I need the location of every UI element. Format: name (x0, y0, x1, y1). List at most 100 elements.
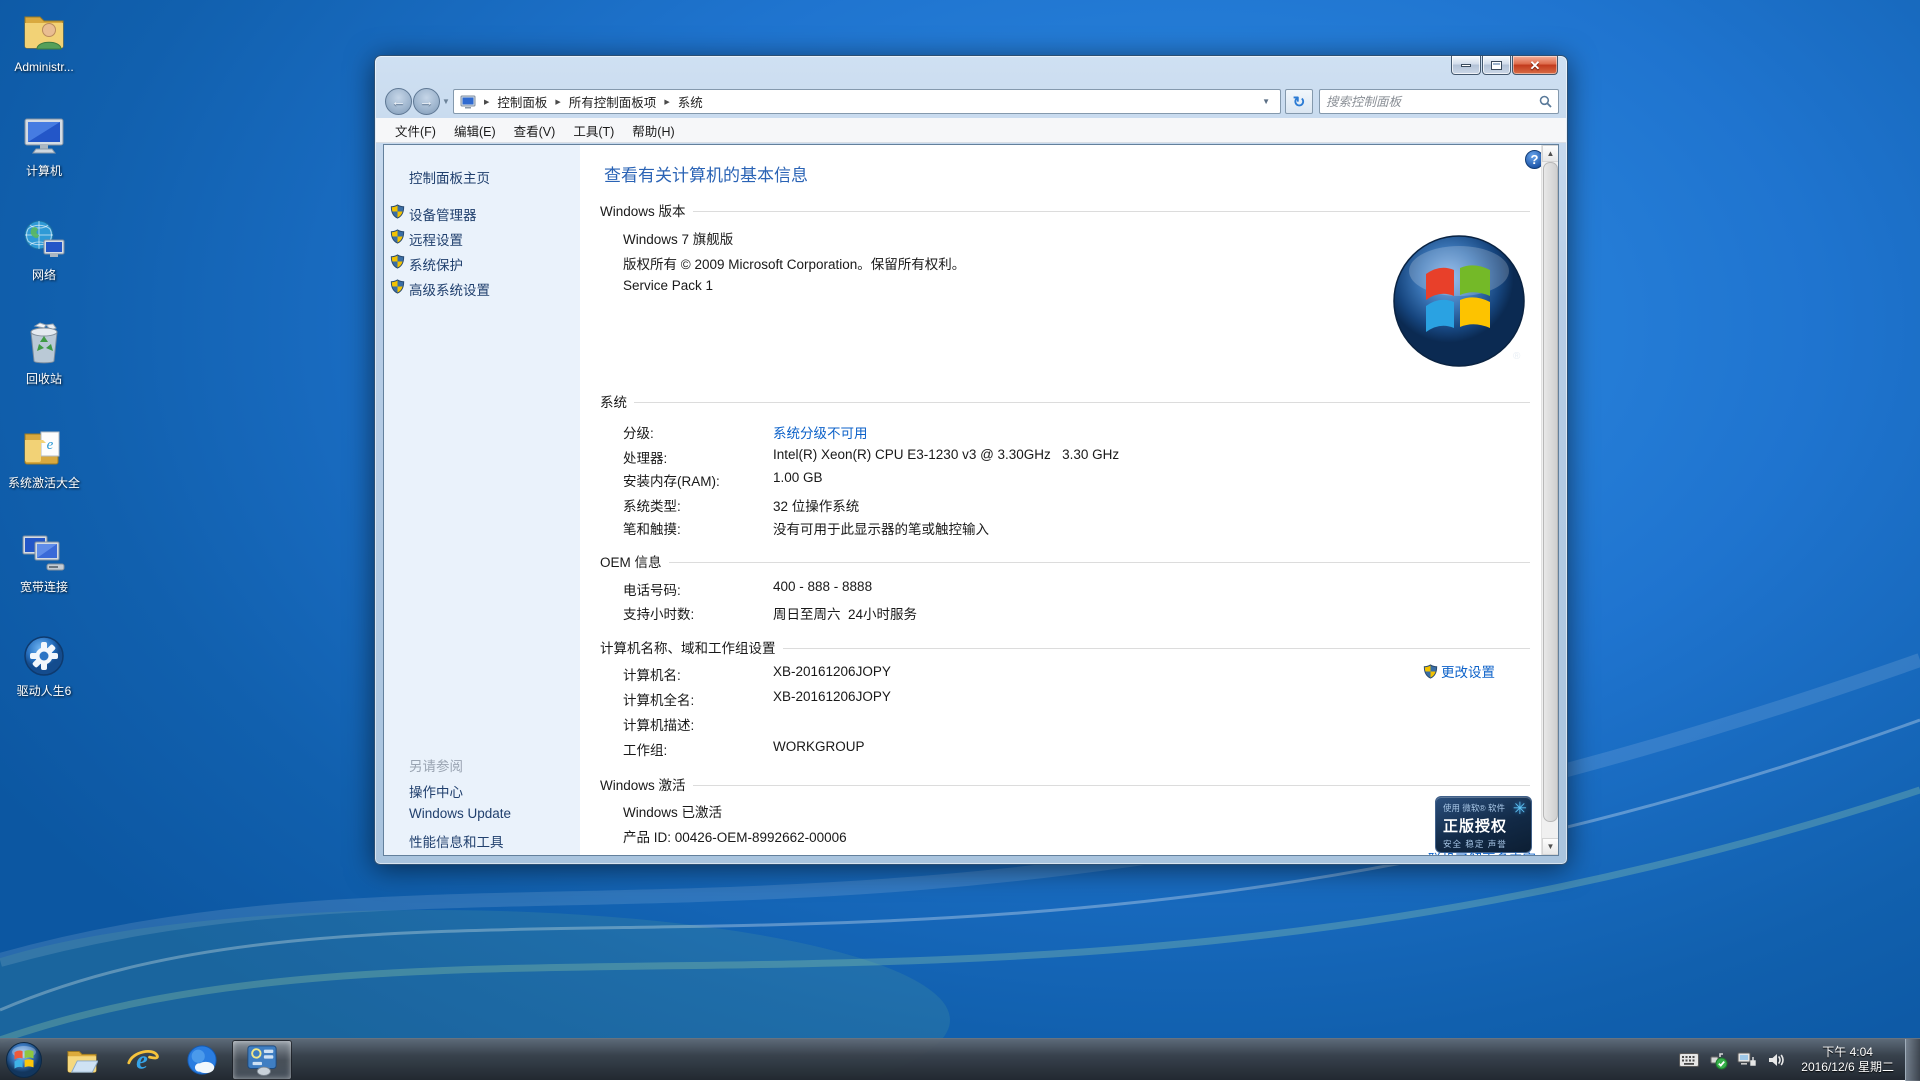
section-system: 系统 (600, 391, 1530, 411)
row-value: 周日至周六 24小时服务 (773, 603, 917, 623)
taskbar-control-panel-button-active[interactable] (232, 1040, 292, 1080)
refresh-button[interactable]: ↻ (1285, 89, 1313, 114)
change-settings-label: 更改设置 (1441, 661, 1495, 681)
forward-icon: → (419, 93, 434, 110)
network-status-icon[interactable] (1737, 1050, 1757, 1070)
uac-shield-icon (390, 204, 405, 219)
taskbar-ie-button[interactable]: e (112, 1040, 172, 1080)
section-rule (634, 402, 1530, 403)
sidebar-item-advanced-settings[interactable]: 高级系统设置 (409, 279, 490, 299)
section-header-label: 计算机名称、域和工作组设置 (600, 637, 776, 657)
window-content: 控制面板主页 设备管理器 远程设置 系统保护 高级系统设置 (383, 144, 1559, 856)
sidebar-item-device-manager[interactable]: 设备管理器 (409, 204, 477, 224)
breadcrumb-arrow-icon[interactable]: ▶ (661, 98, 672, 106)
svg-text:e: e (136, 1045, 148, 1074)
desktop-icon-label: Administr... (14, 61, 73, 74)
window-titlebar[interactable]: ✕ (375, 56, 1567, 86)
breadcrumb-all-items[interactable]: 所有控制面板项 (564, 90, 662, 113)
user-folder-icon (18, 6, 70, 58)
sidebar-item-windows-update[interactable]: Windows Update (409, 806, 511, 821)
breadcrumb-control-panel[interactable]: 控制面板 (492, 90, 552, 113)
desktop-icon-recycle-bin[interactable]: 回收站 (4, 318, 84, 414)
main-panel: ? 查看有关计算机的基本信息 Windows 版本 Windows 7 旗舰版 … (580, 145, 1558, 855)
desktop-icon-administrator-folder[interactable]: Administr... (4, 6, 84, 102)
section-header-label: Windows 版本 (600, 200, 686, 220)
change-settings-link[interactable]: 更改设置 (1423, 661, 1495, 681)
address-bar[interactable]: ▶ 控制面板 ▶ 所有控制面板项 ▶ 系统 ▼ (453, 89, 1281, 114)
rating-link[interactable]: 系统分级不可用 (773, 422, 868, 442)
row-label: 工作组: (623, 739, 773, 759)
taskbar-clock[interactable]: 下午 4:04 2016/12/6 星期二 (1795, 1045, 1900, 1075)
sidebar-item-action-center[interactable]: 操作中心 (409, 781, 463, 801)
gear-circle-icon (18, 630, 70, 682)
row-workgroup: 工作组: WORKGROUP (623, 739, 1530, 759)
search-icon[interactable] (1539, 95, 1552, 108)
volume-icon[interactable] (1766, 1050, 1786, 1070)
menu-view[interactable]: 查看(V) (505, 118, 565, 143)
sidebar-item-control-panel-home[interactable]: 控制面板主页 (409, 167, 490, 187)
row-label: 分级: (623, 422, 773, 442)
folder-document-icon: e (18, 422, 70, 474)
search-input[interactable] (1326, 95, 1539, 109)
row-system-type: 系统类型: 32 位操作系统 (623, 495, 1530, 515)
forward-button[interactable]: → (413, 88, 440, 115)
breadcrumb-arrow-icon: ▶ (481, 98, 492, 106)
menu-edit[interactable]: 编辑(E) (445, 118, 505, 143)
row-memory: 安装内存(RAM): 1.00 GB (623, 470, 1530, 490)
back-button[interactable]: ← (385, 88, 412, 115)
breadcrumb-system[interactable]: 系统 (673, 90, 708, 113)
row-computer-name: 计算机名: XB-20161206JOPY (623, 664, 1530, 684)
desktop-icon-driver-genius[interactable]: 驱动人生6 (4, 630, 84, 726)
section-rule (693, 785, 1530, 786)
desktop-icon-broadband[interactable]: 宽带连接 (4, 526, 84, 622)
input-language-icon[interactable] (1679, 1050, 1699, 1070)
scroll-thumb[interactable] (1543, 162, 1558, 822)
desktop-icon-computer[interactable]: 计算机 (4, 110, 84, 206)
start-button[interactable] (5, 1041, 43, 1079)
section-header-label: Windows 激活 (600, 774, 686, 794)
row-value: 32 位操作系统 (773, 495, 859, 515)
close-button[interactable]: ✕ (1512, 56, 1558, 75)
menu-file[interactable]: 文件(F) (386, 118, 445, 143)
sidebar-item-remote-settings[interactable]: 远程设置 (409, 229, 463, 249)
taskbar-explorer-button[interactable] (52, 1040, 112, 1080)
help-icon: ? (1531, 152, 1539, 167)
safely-remove-hardware-icon[interactable] (1708, 1050, 1728, 1070)
vertical-scrollbar[interactable]: ▲ ▼ (1541, 145, 1558, 855)
row-label: 笔和触摸: (623, 518, 773, 538)
activation-status: Windows 已激活 (623, 801, 722, 821)
address-dropdown-icon[interactable]: ▼ (1258, 97, 1274, 106)
breadcrumb-arrow-icon[interactable]: ▶ (552, 98, 563, 106)
row-pen-touch: 笔和触摸: 没有可用于此显示器的笔或触控输入 (623, 518, 1530, 538)
row-label: 计算机全名: (623, 689, 773, 709)
menu-help[interactable]: 帮助(H) (623, 118, 683, 143)
navigation-bar: ← → ▼ ▶ 控制面板 ▶ 所有控制面板项 ▶ 系统 ▼ ↻ (375, 88, 1567, 114)
scroll-up-button[interactable]: ▲ (1542, 145, 1558, 162)
broadband-connection-icon (18, 526, 70, 578)
explorer-icon (66, 1045, 98, 1075)
section-rule (783, 648, 1531, 649)
sidebar-item-performance-tools[interactable]: 性能信息和工具 (409, 831, 504, 851)
desktop-icon-activation-folder[interactable]: e 系统激活大全 (4, 422, 84, 518)
windows-edition: Windows 7 旗舰版 (623, 228, 733, 248)
genuine-windows-badge[interactable]: 使用 微软® 软件 正版授权 安全 稳定 声誉 ✳ (1435, 796, 1532, 853)
uac-shield-icon (390, 254, 405, 269)
row-label: 电话号码: (623, 579, 773, 599)
row-rating: 分级: 系统分级不可用 (623, 422, 1530, 442)
taskbar-browser-button[interactable] (172, 1040, 232, 1080)
sidebar-item-system-protection[interactable]: 系统保护 (409, 254, 463, 274)
uac-shield-icon (1423, 664, 1438, 679)
system-properties-window: ✕ ← → ▼ ▶ 控制面板 ▶ 所有控制面板项 ▶ 系统 ▼ ↻ (374, 55, 1568, 865)
internet-explorer-icon: e (125, 1044, 159, 1076)
learn-more-link[interactable]: 联机了解更多内容 (1428, 848, 1536, 855)
minimize-button[interactable] (1451, 56, 1481, 75)
maximize-button[interactable] (1482, 56, 1511, 75)
row-label: 安装内存(RAM): (623, 470, 773, 490)
section-windows-version: Windows 版本 (600, 200, 1530, 220)
desktop-icon-network[interactable]: 网络 (4, 214, 84, 310)
recent-pages-dropdown[interactable]: ▼ (442, 97, 450, 106)
show-desktop-button[interactable] (1905, 1039, 1920, 1081)
menu-tools[interactable]: 工具(T) (564, 118, 623, 143)
scroll-down-button[interactable]: ▼ (1542, 838, 1558, 855)
row-value: WORKGROUP (773, 739, 865, 759)
